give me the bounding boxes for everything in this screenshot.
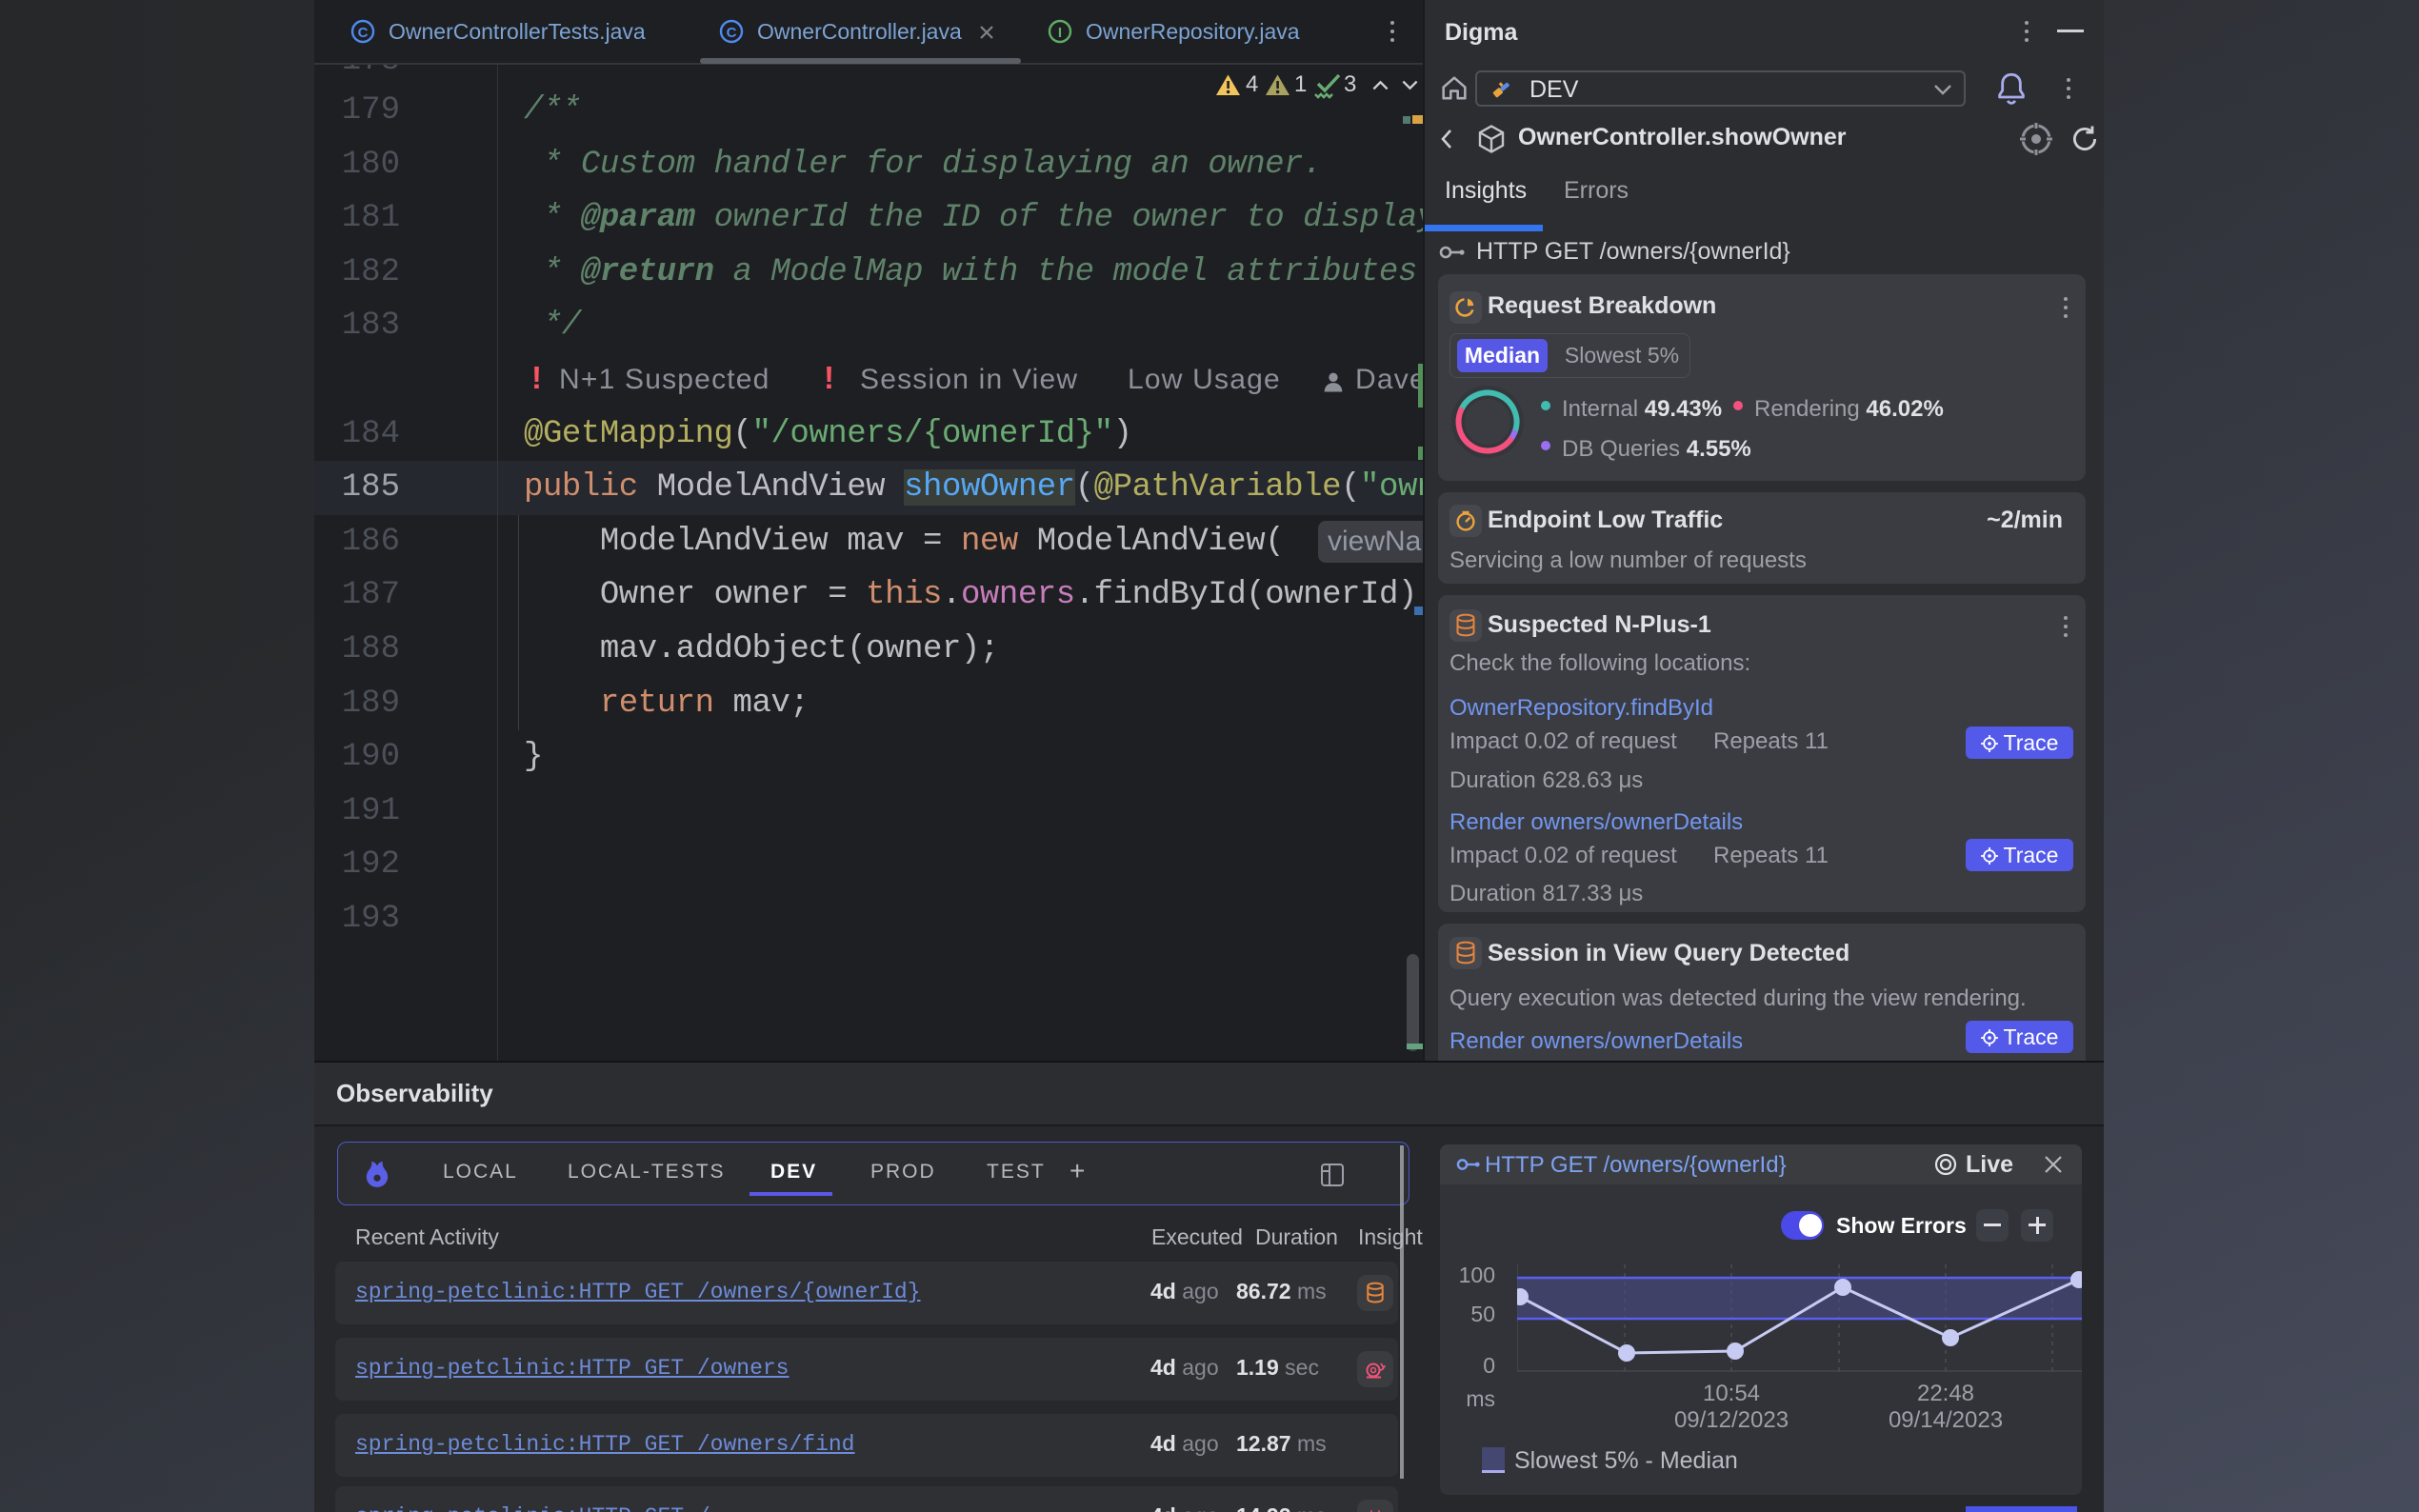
- svg-text:C: C: [727, 25, 737, 41]
- svg-text:I: I: [1058, 25, 1062, 41]
- svg-text:C: C: [358, 25, 369, 41]
